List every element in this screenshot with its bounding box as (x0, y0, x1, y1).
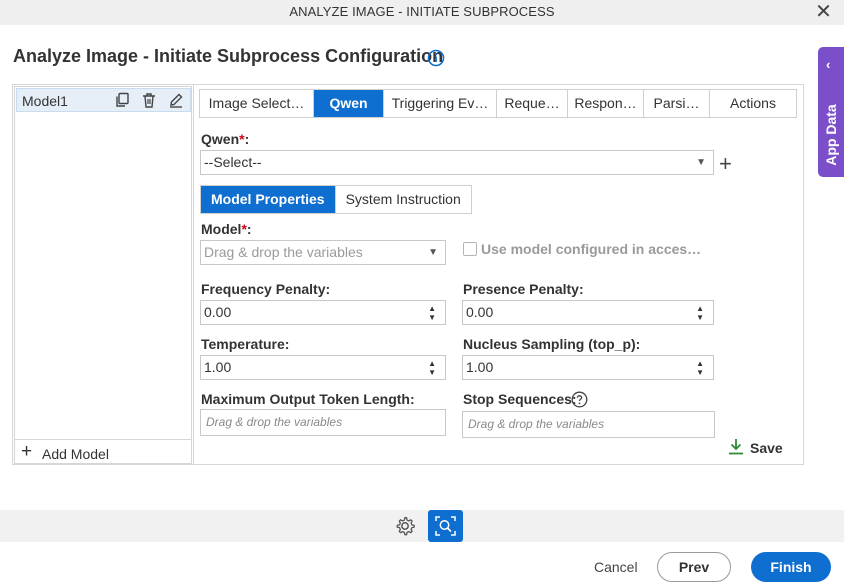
spin-down-icon[interactable]: ▼ (696, 369, 704, 377)
qwen-label: Qwen*: (201, 131, 249, 147)
tab-image-selection[interactable]: Image Select… (200, 90, 314, 117)
frequency-penalty-input[interactable]: 0.00 ▲ ▼ (200, 300, 446, 325)
label-colon: : (244, 131, 250, 147)
stop-sequences-label: Stop Sequences: (463, 391, 577, 407)
info-circle-icon[interactable] (427, 49, 445, 67)
add-qwen-plus-icon[interactable]: + (719, 151, 732, 177)
frequency-penalty-label: Frequency Penalty: (201, 281, 331, 297)
copy-icon[interactable] (114, 92, 130, 108)
tab-system-instruction[interactable]: System Instruction (334, 186, 471, 213)
model-placeholder: Drag & drop the variables (204, 244, 363, 260)
add-model-button[interactable]: + Add Model (15, 439, 191, 464)
model-list-panel: Model1 + Add Model (14, 86, 192, 464)
chevron-down-icon: ▼ (428, 247, 438, 258)
max-output-token-label: Maximum Output Token Length: (201, 391, 415, 407)
save-label: Save (750, 440, 783, 456)
tab-actions[interactable]: Actions (710, 90, 796, 117)
stop-sequences-dropzone[interactable]: Drag & drop the variables (462, 411, 715, 438)
preview-icon (435, 516, 456, 536)
nucleus-sampling-value: 1.00 (466, 359, 494, 375)
bottom-toolbar (0, 510, 844, 542)
spin-up-icon[interactable]: ▲ (428, 305, 436, 313)
model-label-text: Model (201, 221, 242, 237)
model-select[interactable]: Drag & drop the variables ▼ (200, 240, 446, 265)
spin-down-icon[interactable]: ▼ (696, 314, 704, 322)
model-name: Model1 (22, 93, 68, 109)
nucleus-sampling-label: Nucleus Sampling (top_p): (463, 336, 641, 352)
spin-down-icon[interactable]: ▼ (428, 314, 436, 322)
temperature-input[interactable]: 1.00 ▲ ▼ (200, 355, 446, 380)
spin-down-icon[interactable]: ▼ (428, 369, 436, 377)
app-data-tab[interactable]: ‹ App Data (818, 47, 844, 177)
model-label: Model*: (201, 221, 252, 237)
qwen-select-value: --Select-- (204, 154, 262, 170)
qwen-label-text: Qwen (201, 131, 240, 147)
qwen-select[interactable]: --Select-- ▼ (200, 150, 714, 175)
help-circle-icon[interactable] (571, 391, 588, 408)
max-output-token-dropzone[interactable]: Drag & drop the variables (200, 409, 446, 436)
trash-icon[interactable] (141, 92, 157, 108)
max-output-placeholder: Drag & drop the variables (206, 415, 343, 429)
tab-request[interactable]: Reque… (497, 90, 568, 117)
presence-penalty-label: Presence Penalty: (463, 281, 584, 297)
tab-qwen[interactable]: Qwen (314, 90, 384, 117)
config-panel (193, 84, 804, 465)
add-model-label: Add Model (42, 446, 109, 462)
tab-response[interactable]: Respon… (568, 90, 644, 117)
tab-strip: Image Select… Qwen Triggering Ev… Reque…… (199, 89, 797, 118)
use-model-configured-label: Use model configured in acces… (481, 241, 702, 257)
label-colon: : (246, 221, 252, 237)
tab-triggering-events[interactable]: Triggering Ev… (384, 90, 497, 117)
close-icon[interactable]: ✕ (815, 0, 832, 24)
cancel-button[interactable]: Cancel (594, 559, 638, 575)
nucleus-sampling-input[interactable]: 1.00 ▲ ▼ (462, 355, 714, 380)
chevron-down-icon: ▼ (696, 157, 706, 168)
use-model-configured-checkbox[interactable] (463, 242, 477, 256)
tab-model-properties[interactable]: Model Properties (201, 186, 335, 213)
tab-parsing[interactable]: Parsi… (644, 90, 710, 117)
stop-sequences-placeholder: Drag & drop the variables (468, 417, 605, 431)
app-data-label: App Data (823, 104, 839, 166)
chevron-left-icon: ‹ (826, 57, 831, 72)
prev-button[interactable]: Prev (657, 552, 731, 582)
model-list-item[interactable]: Model1 (16, 88, 191, 112)
window-title: ANALYZE IMAGE - INITIATE SUBPROCESS (289, 4, 555, 19)
edit-icon[interactable] (168, 92, 184, 108)
spin-up-icon[interactable]: ▲ (428, 360, 436, 368)
preview-button[interactable] (428, 510, 463, 542)
spin-up-icon[interactable]: ▲ (696, 305, 704, 313)
finish-button[interactable]: Finish (751, 552, 831, 582)
spin-up-icon[interactable]: ▲ (696, 360, 704, 368)
presence-penalty-input[interactable]: 0.00 ▲ ▼ (462, 300, 714, 325)
window-titlebar: ANALYZE IMAGE - INITIATE SUBPROCESS ✕ (0, 0, 844, 25)
subtab-strip: Model Properties System Instruction (200, 185, 472, 214)
download-icon (729, 439, 743, 455)
temperature-value: 1.00 (204, 359, 232, 375)
frequency-penalty-value: 0.00 (204, 304, 232, 320)
plus-icon: + (21, 441, 33, 462)
gear-icon[interactable] (394, 515, 416, 537)
presence-penalty-value: 0.00 (466, 304, 494, 320)
temperature-label: Temperature: (201, 336, 290, 352)
page-title: Analyze Image - Initiate Subprocess Conf… (13, 46, 444, 66)
